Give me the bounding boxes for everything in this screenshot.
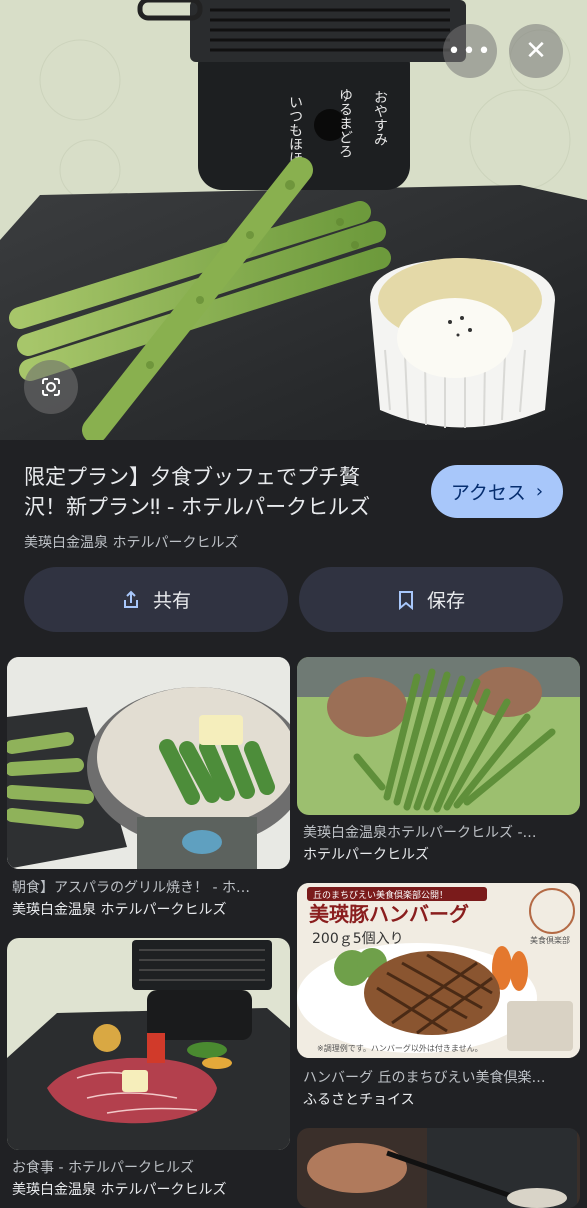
share-label: 共有 — [152, 590, 191, 612]
more-options-button[interactable]: ••• — [443, 24, 497, 78]
svg-text:おやすみ: おやすみ — [372, 90, 388, 146]
close-button[interactable]: ✕ — [509, 24, 563, 78]
save-label: 保存 — [426, 590, 465, 612]
grilled-asparagus-photo: いつもほほ ゆるまどろ おやすみ — [0, 0, 587, 440]
svg-text:美食倶楽部: 美食倶楽部 — [530, 935, 570, 945]
related-image[interactable] — [7, 938, 290, 1150]
lens-icon — [42, 378, 60, 396]
related-source: ふるさとチョイス — [303, 1092, 415, 1108]
bookmark-icon — [398, 590, 413, 610]
related-source: 美瑛白金温泉 ホテルパークヒルズ — [12, 1182, 227, 1198]
close-icon: ✕ — [525, 36, 547, 66]
hamburg-steak-photo: 丘のまちびえい美食倶楽部公開！ 美瑛豚ハンバーグ 200ｇ5個入り 美食倶楽部 … — [297, 883, 580, 1058]
related-caption[interactable]: お食事 - ホテルパークヒルズ — [12, 1157, 290, 1179]
related-source: ホテルパークヒルズ — [303, 847, 429, 863]
steak-grill-photo — [7, 938, 290, 1150]
hands-asparagus-photo — [297, 657, 580, 815]
result-info: 限定プラン】夕食ブッフェでプチ贅 沢！新プラン‼ - ホテルパークヒルズ 美瑛白… — [24, 462, 414, 552]
related-source: 美瑛白金温泉 ホテルパークヒルズ — [12, 902, 227, 918]
svg-text:※調理例です。ハンバーグ以外は付きません。: ※調理例です。ハンバーグ以外は付きません。 — [317, 1043, 483, 1053]
svg-text:美瑛豚ハンバーグ: 美瑛豚ハンバーグ — [309, 902, 469, 926]
save-button[interactable]: 保存 — [299, 567, 563, 632]
result-title-line: 沢！新プラン‼ - ホテルパークヒルズ — [24, 495, 371, 519]
chevron-right-icon: › — [535, 481, 544, 502]
result-source: 美瑛白金温泉 ホテルパークヒルズ — [24, 535, 239, 551]
svg-text:ゆるまどろ: ゆるまどろ — [337, 88, 353, 158]
related-image[interactable] — [297, 1128, 580, 1208]
svg-text:丘のまちびえい美食倶楽部公開！: 丘のまちびえい美食倶楽部公開！ — [313, 889, 448, 901]
result-title-line: 限定プラン】夕食ブッフェでプチ贅 — [24, 465, 360, 489]
share-icon — [123, 590, 138, 608]
access-button[interactable]: アクセス › — [431, 465, 563, 518]
related-image[interactable]: 丘のまちびえい美食倶楽部公開！ 美瑛豚ハンバーグ 200ｇ5個入り 美食倶楽部 … — [297, 883, 580, 1058]
more-horizontal-icon: ••• — [447, 38, 493, 64]
share-button[interactable]: 共有 — [24, 567, 288, 632]
related-image[interactable] — [297, 657, 580, 815]
related-caption[interactable]: ハンバーグ 丘のまちびえい美食倶楽… — [303, 1067, 581, 1089]
breakfast-asparagus-photo — [7, 657, 290, 869]
result-title[interactable]: 限定プラン】夕食ブッフェでプチ贅 沢！新プラン‼ - ホテルパークヒルズ — [24, 462, 414, 522]
main-image[interactable]: いつもほほ ゆるまどろ おやすみ ••• ✕ — [0, 0, 587, 440]
chef-photo — [297, 1128, 580, 1208]
related-caption[interactable]: 美瑛白金温泉ホテルパークヒルズ -… — [303, 822, 581, 844]
related-caption[interactable]: 朝食】アスパラのグリル焼き！ - ホ… — [12, 877, 290, 899]
svg-text:いつもほほ: いつもほほ — [287, 95, 303, 165]
related-image[interactable] — [7, 657, 290, 869]
access-label: アクセス — [450, 482, 526, 504]
lens-button[interactable] — [24, 360, 78, 414]
